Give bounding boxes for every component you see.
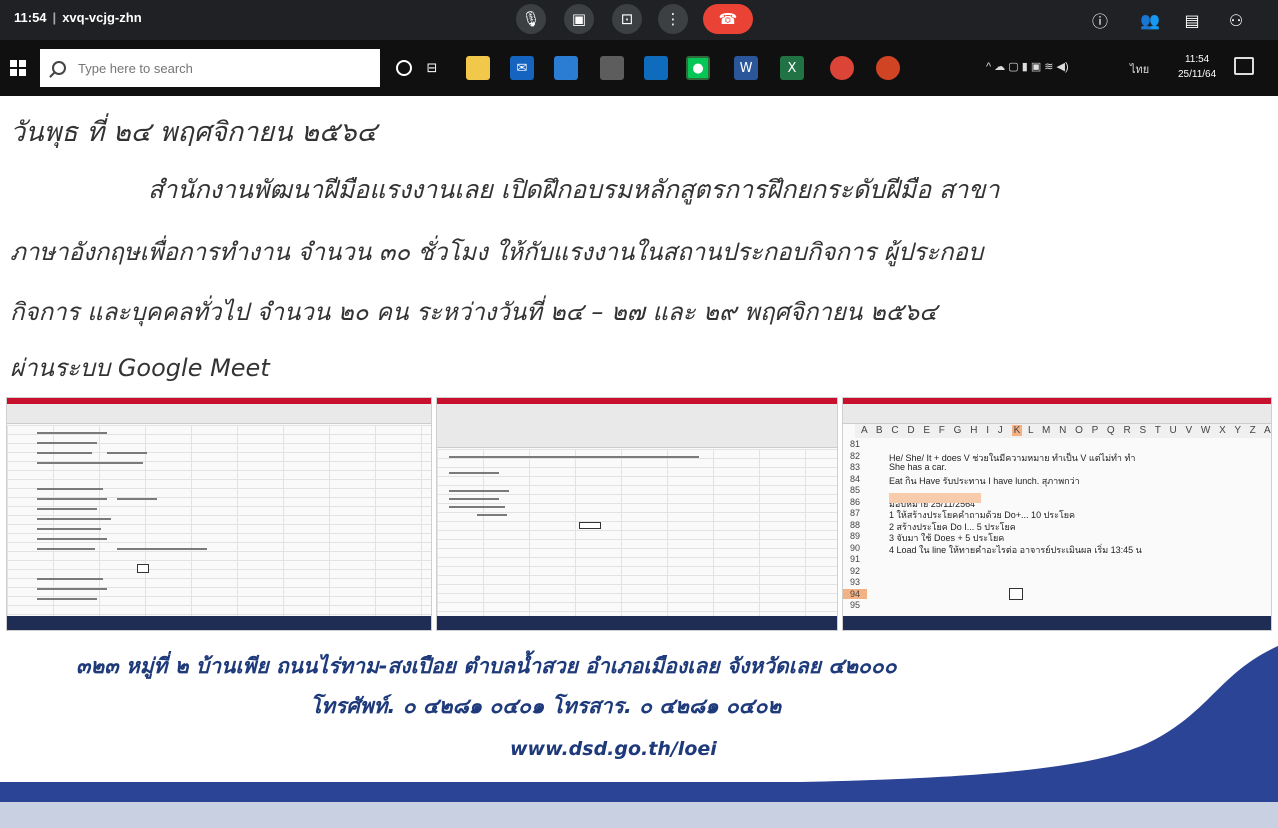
excel-icon[interactable]: X xyxy=(780,56,804,80)
row-number: 91 xyxy=(849,554,860,564)
mail-icon[interactable]: ✉ xyxy=(510,56,534,80)
chrome-icon[interactable] xyxy=(830,56,854,80)
row-number: 86 xyxy=(849,496,860,507)
row-number: 85 xyxy=(849,485,860,495)
row-number: 90 xyxy=(849,542,860,553)
present-icon: ⊡ xyxy=(620,10,634,28)
windows-taskbar: ⊟ ✉ ● W X ^ ☁ ▢ ▮ ▣ ≋ ◀) ไทย 11:54 25/11… xyxy=(0,40,1278,96)
screenshot-thumbnail-1 xyxy=(6,397,432,631)
taskbar-search[interactable] xyxy=(40,49,380,87)
meet-time: 11:54 xyxy=(14,10,47,25)
line-app-icon[interactable]: ● xyxy=(686,56,710,80)
camera-icon: ▣ xyxy=(571,10,587,28)
row-number: 82 xyxy=(849,450,860,461)
highlighted-cell xyxy=(889,493,981,503)
meet-divider: | xyxy=(52,10,57,25)
row-number: 89 xyxy=(849,531,860,541)
excel-ribbon xyxy=(437,404,837,448)
notification-icon[interactable] xyxy=(1234,57,1254,75)
mini-taskbar xyxy=(437,616,837,630)
announcement-line-3: กิจการ และบุคคลทั่วไป จำนวน ๒๐ คน ระหว่า… xyxy=(10,298,938,326)
microphone-button[interactable]: 🎙 xyxy=(516,4,546,34)
edge-icon[interactable] xyxy=(554,56,578,80)
store-icon[interactable] xyxy=(600,56,624,80)
excel-ribbon xyxy=(843,404,1271,424)
column-headers: A B C D E F G H I J K L M N O P Q R S T … xyxy=(855,424,1271,438)
footer-website[interactable]: www.dsd.go.th/loei xyxy=(510,738,717,760)
mini-taskbar xyxy=(843,616,1271,630)
task-view-icon[interactable]: ⊟ xyxy=(420,56,444,80)
row-number: 95 xyxy=(849,600,860,610)
search-input[interactable] xyxy=(78,60,358,76)
cortana-icon[interactable] xyxy=(396,60,412,76)
selected-cell xyxy=(579,522,601,529)
selected-column-header: K xyxy=(1011,425,1023,436)
camera-button[interactable]: ▣ xyxy=(564,4,594,34)
word-icon[interactable]: W xyxy=(734,56,758,80)
row-number: 81 xyxy=(849,439,860,449)
screenshot-thumbnail-2 xyxy=(436,397,838,631)
mini-taskbar xyxy=(7,616,431,630)
row-number: 94 xyxy=(843,588,867,599)
selected-cell xyxy=(137,564,149,573)
row-number: 84 xyxy=(849,473,860,484)
row-number: 83 xyxy=(849,462,860,472)
row-number: 88 xyxy=(849,519,860,530)
windows-start-icon[interactable] xyxy=(10,60,26,76)
chat-icon: ▤ xyxy=(1184,10,1200,30)
meet-top-bar: 11:54 | xvq-vcjg-zhn 🎙 ▣ ⊡ ⋮ ☎ ⓘ 👥 ▤ ⚇ xyxy=(0,0,1278,40)
file-explorer-icon[interactable] xyxy=(466,56,490,80)
more-options-button[interactable]: ⋮ xyxy=(658,4,688,34)
screenshot-thumbnail-3: A B C D E F G H I J K L M N O P Q R S T … xyxy=(842,397,1272,631)
info-icon: ⓘ xyxy=(1091,12,1108,31)
people-icon: 👥 xyxy=(1140,10,1160,30)
search-icon xyxy=(52,61,66,75)
excel-ribbon xyxy=(7,404,431,424)
more-vert-icon: ⋮ xyxy=(665,10,681,28)
powerpoint-icon[interactable] xyxy=(876,56,900,80)
row-number: 92 xyxy=(849,565,860,576)
microphone-icon: 🎙 xyxy=(521,10,541,28)
meet-code: xvq-vcjg-zhn xyxy=(62,10,142,25)
clock-date: 25/11/64 xyxy=(1178,69,1217,80)
footer-phone: โทรศัพท์. ๐ ๔๒๘๑ ๐๔๐๑ โทรสาร. ๐ ๔๒๘๑ ๐๔๐… xyxy=(310,694,782,718)
activities-button[interactable]: ⚇ xyxy=(1224,8,1248,32)
announcement-line-1: สำนักงานพัฒนาฝีมือแรงงานเลย เปิดฝึกอบรมห… xyxy=(148,175,1000,204)
present-button[interactable]: ⊡ xyxy=(612,4,642,34)
cell-text: She has a car. xyxy=(889,462,947,472)
row-number: 93 xyxy=(849,577,860,587)
announcement-date: วันพุธ ที่ ๒๔ พฤศจิกายน ๒๕๖๔ xyxy=(10,117,377,148)
announcement-line-4: ผ่านระบบ Google Meet xyxy=(10,354,270,382)
meet-info: 11:54 | xvq-vcjg-zhn xyxy=(14,10,142,25)
announcement-line-2: ภาษาอังกฤษเพื่อการทำงาน จำนวน ๓๐ ชั่วโมง… xyxy=(10,238,984,266)
chat-button[interactable]: ▤ xyxy=(1180,8,1204,32)
row-number: 87 xyxy=(849,508,860,518)
footer-address: ๓๒๓ หมู่ที่ ๒ บ้านเพีย ถนนไร่ทาม-สงเปือย… xyxy=(76,654,897,678)
activities-icon: ⚇ xyxy=(1228,10,1244,30)
language-indicator[interactable]: ไทย xyxy=(1130,60,1149,78)
info-button[interactable]: ⓘ xyxy=(1088,8,1112,32)
hangup-button[interactable]: ☎ xyxy=(703,4,753,34)
selected-cell xyxy=(1009,588,1023,600)
clock-time: 11:54 xyxy=(1184,54,1210,65)
people-button[interactable]: 👥 xyxy=(1138,8,1162,32)
cell-text: Eat กิน Have รับประทาน I have lunch. สุภ… xyxy=(889,475,1080,486)
tray-icons[interactable]: ^ ☁ ▢ ▮ ▣ ≋ ◀) xyxy=(986,60,1069,73)
spreadsheet-grid xyxy=(437,449,837,616)
phone-hangup-icon: ☎ xyxy=(718,10,738,28)
cell-text: 4 Load ใน line ให้ทายคำอะไรต่อ อาจารย์ปร… xyxy=(889,544,1142,555)
photos-icon[interactable] xyxy=(644,56,668,80)
taskbar-clock[interactable]: 11:54 25/11/64 xyxy=(1178,52,1216,82)
